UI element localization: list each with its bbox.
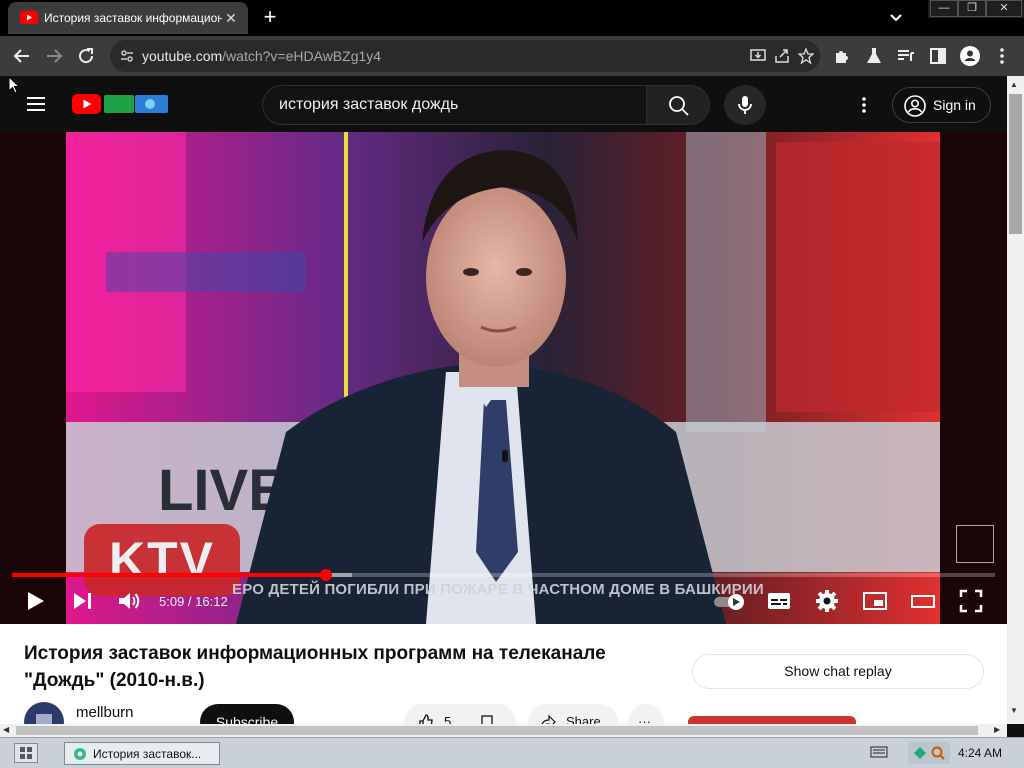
network-icon[interactable] [912,745,928,761]
scroll-left-arrow-icon[interactable]: ◀ [3,725,9,734]
window-controls: — ❐ ✕ [928,0,1024,18]
next-video-button[interactable] [70,588,96,614]
voice-search-button[interactable] [724,85,766,125]
new-tab-button[interactable]: + [258,6,282,30]
play-button[interactable] [22,588,48,614]
search-tray-icon[interactable] [930,745,946,761]
account-circle-icon [903,94,927,118]
theater-mode-icon[interactable] [910,588,936,614]
horizontal-scroll-thumb[interactable] [16,726,978,735]
channel-name[interactable]: mellburn [76,704,134,721]
settings-more-icon[interactable] [852,93,876,117]
video-title: История заставок информационных программ… [24,643,606,691]
search-query-text: история заставок дождь [279,96,459,113]
endscreen-thumbnail[interactable] [956,525,994,563]
progress-played [12,573,326,577]
volume-icon[interactable] [116,588,142,614]
taskbar-item-label: История заставок... [93,747,202,761]
browser-toolbar: youtube.com/watch?v=eHDAwBZg1y4 [0,36,1024,76]
subtitles-icon[interactable] [766,588,792,614]
browser-tab[interactable]: История заставок информационных программ… [8,2,248,34]
scroll-down-arrow-icon[interactable]: ▼ [1010,706,1018,715]
close-tab-icon[interactable]: ✕ [222,9,240,27]
sign-in-button[interactable]: Sign in [892,87,991,123]
search-button[interactable] [646,85,710,125]
taskbar-window-item[interactable]: История заставок... [64,742,220,765]
scrubber-handle[interactable] [319,569,332,581]
url-host: youtube.com [142,48,223,64]
microphone-icon [735,94,755,116]
start-menu-button[interactable] [14,743,38,763]
restore-button[interactable]: ❐ [958,0,986,17]
address-bar[interactable]: youtube.com/watch?v=eHDAwBZg1y4 [110,40,820,72]
autoplay-toggle[interactable] [712,588,748,614]
chevron-down-icon[interactable] [884,8,908,28]
profile-avatar-icon[interactable] [958,44,982,68]
hamburger-menu-icon[interactable] [24,92,48,116]
bookmark-star-icon[interactable] [798,48,814,64]
site-info-icon[interactable] [120,49,134,63]
miniplayer-icon[interactable] [862,588,888,614]
lapel-mic-icon [500,450,510,464]
keyboard-icon[interactable] [870,744,888,760]
fullscreen-icon[interactable] [958,588,984,614]
url-text: youtube.com/watch?v=eHDAwBZg1y4 [142,48,381,64]
show-chat-replay-button[interactable]: Show chat replay [692,654,984,689]
browser-menu-icon[interactable] [990,44,1014,68]
chrome-app-icon [73,747,87,761]
share-page-icon[interactable] [774,48,790,64]
side-panel-icon[interactable] [926,44,950,68]
tab-title: История заставок информационных программ [44,11,222,25]
forward-arrow-icon[interactable] [42,44,66,68]
search-input[interactable]: история заставок дождь [262,85,646,125]
extensions-puzzle-icon[interactable] [830,44,854,68]
minimize-button[interactable]: — [930,0,958,17]
labs-flask-icon[interactable] [862,44,886,68]
system-tray [908,742,950,764]
close-window-button[interactable]: ✕ [986,0,1022,17]
url-path: /watch?v=eHDAwBZg1y4 [222,48,382,64]
channel-logo-watermark: KTV [84,524,240,596]
video-info-section: История заставок информационных программ… [0,624,1007,742]
reload-icon[interactable] [74,44,98,68]
youtube-logo[interactable] [72,94,168,114]
news-ticker-text: ЕРО ДЕТЕЙ ПОГИБЛИ ПРИ ПОЖАРЕ В ЧАСТНОМ Д… [232,581,764,598]
settings-gear-icon[interactable] [814,588,840,614]
install-app-icon[interactable] [750,48,766,64]
back-arrow-icon[interactable] [10,44,34,68]
scroll-right-arrow-icon[interactable]: ▶ [994,725,1000,734]
sign-in-label: Sign in [933,97,976,113]
system-clock: 4:24 AM [958,746,1003,760]
mouse-cursor-icon [8,76,20,94]
vertical-scroll-thumb[interactable] [1009,94,1022,234]
search-icon [668,95,690,117]
time-display: 5:09 / 16:12 [159,594,228,609]
youtube-favicon-icon [20,11,38,24]
scroll-up-arrow-icon[interactable]: ▲ [1010,80,1018,89]
media-queue-icon[interactable] [894,44,918,68]
